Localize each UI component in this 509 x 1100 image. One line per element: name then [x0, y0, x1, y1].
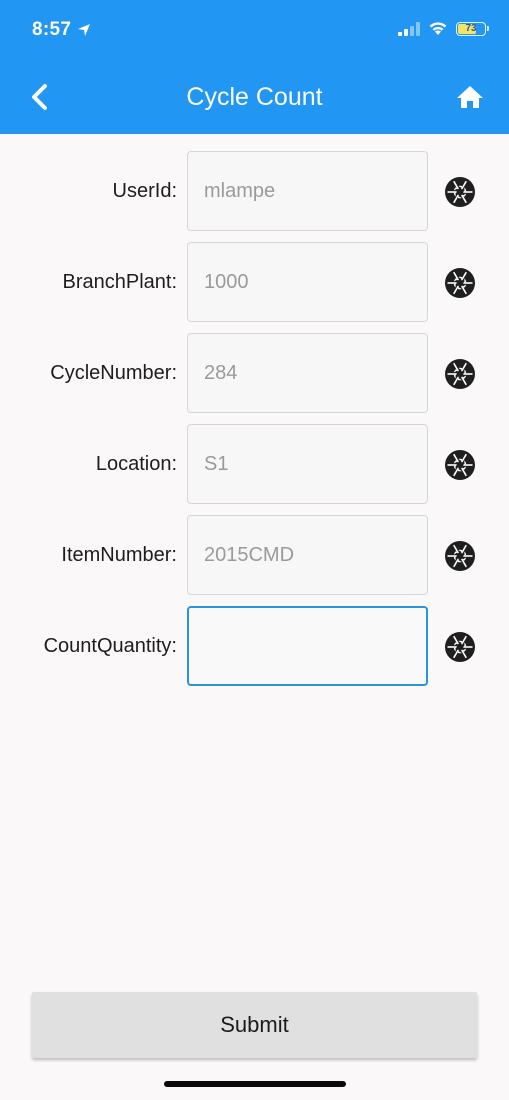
cyclenumber-input[interactable]: [187, 333, 428, 413]
itemnumber-label: ItemNumber:: [61, 544, 177, 566]
cellular-signal-icon: [398, 21, 420, 36]
itemnumber-input[interactable]: [187, 515, 428, 595]
userid-input[interactable]: [187, 151, 428, 231]
location-arrow-icon: [78, 24, 91, 36]
status-time: 8:57: [32, 19, 91, 41]
app-header: 8:57 73 Cycle Count: [0, 0, 509, 134]
camera-shutter-icon: [445, 359, 475, 389]
camera-shutter-icon: [445, 268, 475, 298]
itemnumber-scan-button[interactable]: [444, 540, 476, 572]
status-icons: 73: [398, 21, 489, 36]
submit-button[interactable]: Submit: [32, 992, 477, 1058]
location-label: Location:: [95, 453, 177, 475]
branchplant-label: BranchPlant:: [62, 271, 177, 293]
countquantity-scan-button[interactable]: [444, 631, 476, 663]
form-row-branchplant: BranchPlant:: [0, 242, 509, 322]
battery-cap: [487, 26, 489, 31]
page-title: Cycle Count: [186, 83, 323, 111]
form-row-countquantity: CountQuantity:: [0, 606, 509, 686]
form-row-location: Location:: [0, 424, 509, 504]
camera-shutter-icon: [445, 177, 475, 207]
camera-shutter-icon: [445, 632, 475, 662]
camera-shutter-icon: [445, 541, 475, 571]
cyclenumber-label: CycleNumber:: [50, 362, 177, 384]
location-input[interactable]: [187, 424, 428, 504]
battery-indicator: 73: [456, 21, 486, 36]
form-row-itemnumber: ItemNumber:: [0, 515, 509, 595]
countquantity-input[interactable]: [187, 606, 428, 686]
battery-percent: 73: [465, 23, 477, 34]
status-time-text: 8:57: [32, 19, 72, 40]
home-button[interactable]: [453, 80, 487, 114]
branchplant-input[interactable]: [187, 242, 428, 322]
home-icon: [457, 86, 483, 108]
home-indicator: [164, 1081, 346, 1087]
form-row-cyclenumber: CycleNumber:: [0, 333, 509, 413]
form-row-userid: UserId:: [0, 151, 509, 231]
cyclenumber-scan-button[interactable]: [444, 358, 476, 390]
camera-shutter-icon: [445, 450, 475, 480]
userid-label: UserId:: [112, 180, 177, 202]
userid-scan-button[interactable]: [444, 176, 476, 208]
countquantity-label: CountQuantity:: [43, 635, 177, 657]
location-scan-button[interactable]: [444, 449, 476, 481]
wifi-icon: [429, 22, 447, 35]
branchplant-scan-button[interactable]: [444, 267, 476, 299]
